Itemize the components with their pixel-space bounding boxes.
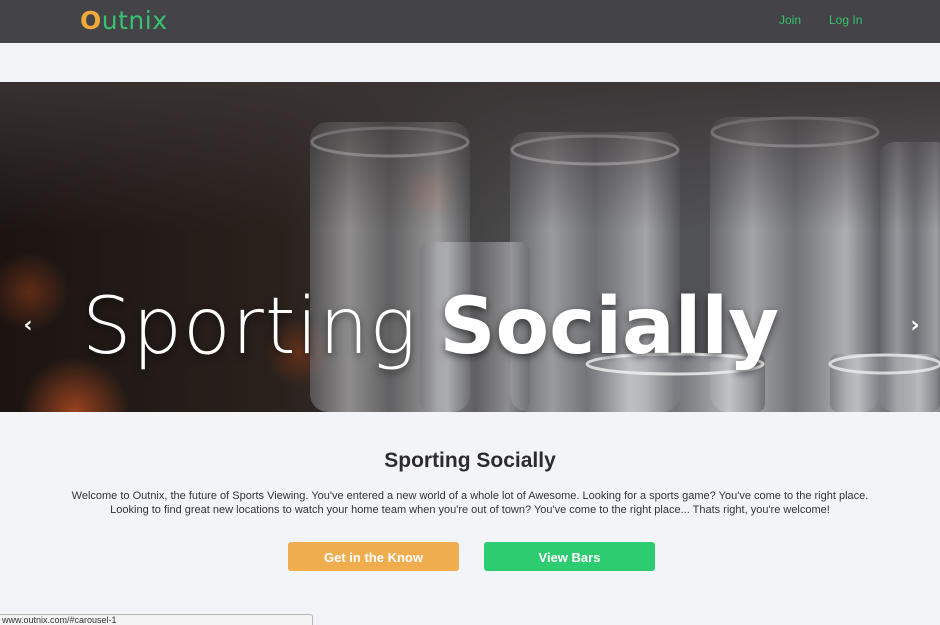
outnix-logo[interactable]: Outnix bbox=[80, 4, 168, 38]
intro-paragraph: Welcome to Outnix, the future of Sports … bbox=[71, 490, 869, 516]
chevron-left-icon[interactable]: ‹ bbox=[18, 314, 38, 338]
logo-text: utnix bbox=[101, 6, 168, 35]
get-in-the-know-button[interactable]: Get in the Know bbox=[288, 542, 459, 571]
login-link[interactable]: Log In bbox=[829, 13, 862, 28]
caption-bold-word: Socially bbox=[439, 282, 780, 372]
top-navbar: Outnix Join Log In bbox=[0, 0, 940, 43]
join-link[interactable]: Join bbox=[779, 13, 801, 28]
section-title: Sporting Socially bbox=[384, 449, 556, 472]
carousel-caption: Sporting Socially bbox=[82, 278, 779, 375]
chevron-right-icon[interactable]: › bbox=[905, 314, 925, 338]
view-bars-button[interactable]: View Bars bbox=[484, 542, 655, 571]
logo-letter-o: O bbox=[80, 6, 102, 35]
caption-light-word: Sporting bbox=[82, 282, 418, 372]
browser-status-url: www.outnix.com/#carousel-1 bbox=[0, 614, 313, 625]
hero-carousel: Sporting Socially ‹ › bbox=[0, 82, 940, 412]
